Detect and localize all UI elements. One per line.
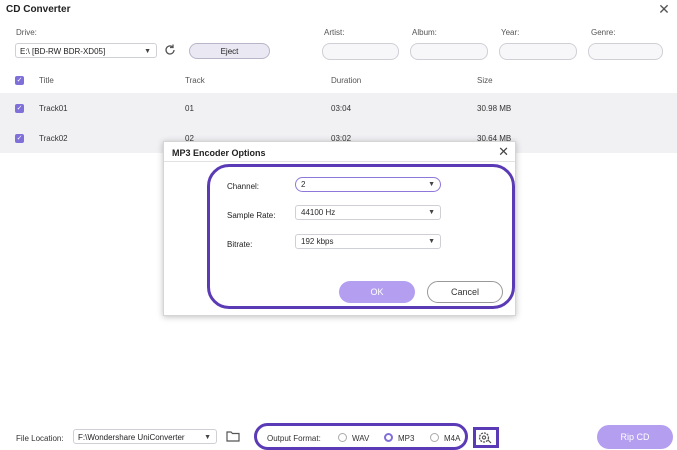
row-title: Track01 [39, 104, 68, 113]
file-location-value: F:\Wondershare UniConverter [78, 433, 185, 442]
ok-button[interactable]: OK [339, 281, 415, 303]
bitrate-label: Bitrate: [227, 240, 253, 249]
output-format-label: Output Format: [267, 434, 321, 443]
dialog-divider [164, 161, 515, 162]
sample-rate-label: Sample Rate: [227, 211, 276, 220]
drive-label: Drive: [16, 28, 37, 37]
channel-label: Channel: [227, 182, 260, 191]
row-checkbox[interactable]: ✓ [15, 134, 24, 143]
folder-icon[interactable] [226, 430, 240, 442]
window-title: CD Converter [6, 4, 71, 15]
bitrate-select[interactable]: 192 kbps ▼ [295, 234, 441, 249]
format-radio-mp3[interactable] [384, 433, 393, 442]
row-size: 30.98 MB [477, 104, 512, 113]
format-label-wav: WAV [352, 434, 370, 443]
chevron-down-icon: ▼ [144, 48, 151, 55]
row-title: Track02 [39, 134, 68, 143]
file-location-label: File Location: [16, 434, 64, 443]
chevron-down-icon: ▼ [428, 209, 435, 216]
genre-label: Genre: [591, 28, 616, 37]
row-checkbox[interactable]: ✓ [15, 104, 24, 113]
select-all-checkbox[interactable]: ✓ [15, 76, 24, 85]
format-radio-wav[interactable] [338, 433, 347, 442]
sample-rate-select[interactable]: 44100 Hz ▼ [295, 205, 441, 220]
header-size: Size [477, 76, 493, 85]
year-input[interactable] [499, 43, 577, 60]
header-track: Track [185, 76, 205, 85]
rip-cd-button[interactable]: Rip CD [597, 425, 673, 449]
row-duration: 03:04 [331, 104, 352, 113]
chevron-down-icon: ▼ [428, 238, 435, 245]
eject-button[interactable]: Eject [189, 43, 270, 59]
artist-input[interactable] [322, 43, 399, 60]
file-location-select[interactable]: F:\Wondershare UniConverter ▼ [73, 429, 217, 444]
dialog-title: MP3 Encoder Options [172, 148, 266, 158]
format-label-m4a: M4A [444, 434, 461, 443]
refresh-icon[interactable] [163, 43, 177, 57]
chevron-down-icon: ▼ [204, 434, 211, 441]
channel-select[interactable]: 2 ▼ [295, 177, 441, 192]
header-duration: Duration [331, 76, 362, 85]
channel-value: 2 [301, 180, 306, 189]
cancel-button[interactable]: Cancel [427, 281, 503, 303]
album-label: Album: [412, 28, 437, 37]
drive-select[interactable]: E:\ [BD-RW BDR-XD05] ▼ [15, 43, 157, 58]
genre-input[interactable] [588, 43, 663, 60]
album-input[interactable] [410, 43, 488, 60]
sample-rate-value: 44100 Hz [301, 208, 336, 217]
dialog-close-icon[interactable]: ✕ [498, 144, 509, 160]
header-title: Title [39, 76, 54, 85]
chevron-down-icon: ▼ [428, 181, 435, 188]
settings-gear-icon[interactable] [478, 431, 492, 444]
row-track: 01 [185, 104, 194, 113]
mp3-encoder-dialog: MP3 Encoder Options ✕ Channel: 2 ▼ Sampl… [163, 141, 516, 316]
close-icon[interactable]: ✕ [657, 2, 671, 16]
bitrate-value: 192 kbps [301, 237, 334, 246]
drive-select-value: E:\ [BD-RW BDR-XD05] [20, 47, 106, 56]
year-label: Year: [501, 28, 520, 37]
artist-label: Artist: [324, 28, 345, 37]
format-label-mp3: MP3 [398, 434, 415, 443]
format-radio-m4a[interactable] [430, 433, 439, 442]
